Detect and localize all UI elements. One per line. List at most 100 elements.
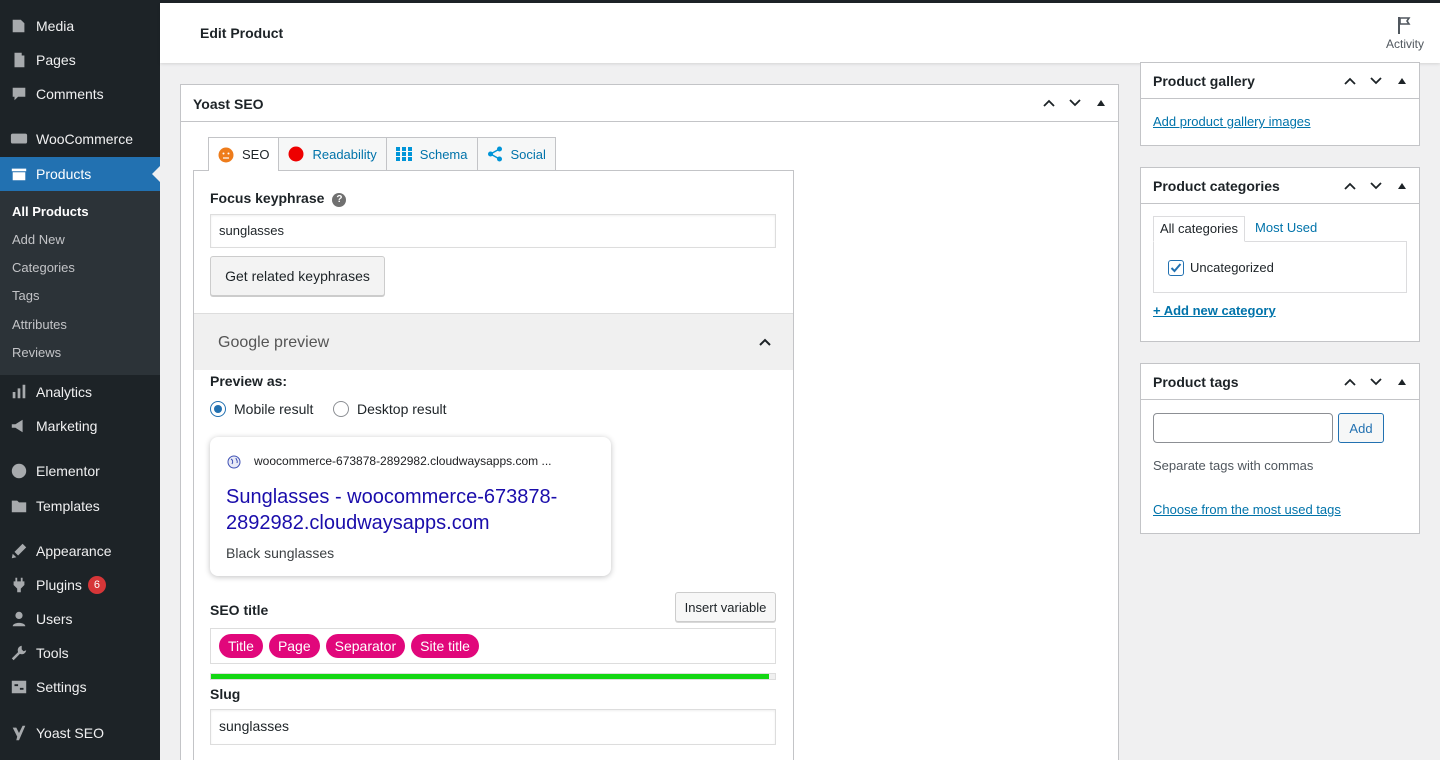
add-tag-button[interactable]: Add [1338,413,1384,443]
submenu-attributes[interactable]: Attributes [12,315,67,335]
metabox-handle-actions [1341,177,1411,195]
toggle-panel-button[interactable] [1393,177,1411,195]
get-related-keyphrases-button[interactable]: Get related keyphrases [210,256,385,296]
slug-input[interactable]: sunglasses [210,709,776,745]
preview-title[interactable]: Sunglasses - woocommerce-673878-2892982.… [226,484,586,536]
tab-most-used[interactable]: Most Used [1245,216,1323,242]
focus-keyphrase-input[interactable]: sunglasses [210,214,776,248]
sidebar-item-elementor[interactable]: Elementor [0,454,160,488]
move-up-button[interactable] [1341,373,1359,391]
sidebar-item-marketing[interactable]: Marketing [0,409,160,443]
product-gallery-title: Product gallery [1153,73,1255,89]
seo-title-editor[interactable]: Title Page Separator Site title [210,628,776,664]
tab-all-categories[interactable]: All categories [1153,216,1246,242]
chevron-up-icon [1344,77,1356,85]
mobile-result-option[interactable]: Mobile result [210,401,313,417]
sidebar-item-label: Media [36,18,75,34]
product-tags-box: Product tags Add Separate tags with comm… [1140,363,1420,534]
yoast-metabox-header: Yoast SEO [181,85,1118,122]
seo-title-length-progress [210,673,776,680]
tab-seo[interactable]: SEO [208,137,280,171]
desktop-result-radio[interactable] [333,401,349,417]
variable-pill-separator[interactable]: Separator [325,634,406,658]
mobile-result-radio[interactable] [210,401,226,417]
focus-keyphrase-text: Focus keyphrase [210,190,325,206]
sidebar-item-label: Marketing [36,418,98,434]
toggle-panel-button[interactable] [1393,72,1411,90]
move-down-button[interactable] [1367,177,1385,195]
tab-readability[interactable]: Readability [278,137,387,170]
sidebar-item-comments[interactable]: Comments [0,77,160,111]
submenu-reviews[interactable]: Reviews [12,343,61,363]
sidebar-item-users[interactable]: Users [0,602,160,636]
sidebar-item-media[interactable]: Media [0,9,160,43]
new-tag-input[interactable] [1153,413,1333,443]
sidebar-item-label: Users [36,611,73,627]
variable-pill-page[interactable]: Page [268,634,320,658]
globe-icon [227,455,241,469]
users-icon [10,610,28,628]
move-down-button[interactable] [1367,373,1385,391]
focus-keyphrase-label: Focus keyphrase? [210,190,347,207]
activity-button[interactable]: Activity [1382,15,1428,51]
tab-schema[interactable]: Schema [385,137,478,170]
readability-score-icon [288,146,304,162]
woocommerce-icon [10,130,28,148]
triangle-up-icon [1398,183,1406,189]
toggle-panel-button[interactable] [1393,373,1411,391]
uncategorized-checkbox[interactable] [1168,260,1184,276]
sidebar-item-label: WooCommerce [36,131,133,147]
preview-as-label: Preview as: [210,373,288,389]
sidebar-item-analytics[interactable]: Analytics [0,375,160,409]
sidebar-item-yoast-seo[interactable]: Yoast SEO [0,716,160,750]
tab-label: SEO [242,147,270,162]
submenu-add-new[interactable]: Add New [12,230,65,250]
sidebar-item-appearance[interactable]: Appearance [0,534,160,568]
sidebar-item-label: Comments [36,86,104,102]
submenu-all-products[interactable]: All Products [12,202,89,222]
sidebar-item-settings[interactable]: Settings [0,670,160,704]
sidebar-item-label: Settings [36,679,87,695]
yoast-seo-metabox: Yoast SEO SEO Readability Schema Social … [180,84,1119,760]
chevron-up-icon [759,338,771,346]
product-tags-title: Product tags [1153,374,1239,390]
product-tags-header: Product tags [1141,364,1419,400]
sidebar-item-pages[interactable]: Pages [0,43,160,77]
move-up-button[interactable] [1341,72,1359,90]
desktop-result-option[interactable]: Desktop result [333,401,446,417]
sidebar-item-tools[interactable]: Tools [0,636,160,670]
schema-grid-icon [395,146,412,162]
add-gallery-images-link[interactable]: Add product gallery images [1153,114,1311,129]
tags-hint: Separate tags with commas [1153,458,1314,473]
metabox-handle-actions [1341,373,1411,391]
tab-label: Social [510,146,546,162]
add-new-category-link[interactable]: + Add new category [1153,303,1276,318]
help-icon[interactable]: ? [332,193,347,207]
insert-variable-button[interactable]: Insert variable [675,592,776,622]
submenu-tags[interactable]: Tags [12,286,39,306]
google-preview-toggle[interactable]: Google preview [194,313,793,370]
variable-pill-title[interactable]: Title [219,634,263,658]
submenu-categories[interactable]: Categories [12,258,75,278]
page-header: Edit Product Activity [160,3,1440,63]
sidebar-item-label: Tools [36,645,69,661]
choose-most-used-tags-link[interactable]: Choose from the most used tags [1153,502,1341,517]
google-preview-title: Google preview [218,334,330,351]
metabox-handle-actions [1040,94,1110,112]
templates-icon [10,497,28,515]
move-down-button[interactable] [1367,72,1385,90]
sidebar-item-products[interactable]: Products [0,157,160,191]
variable-pill-site-title[interactable]: Site title [411,634,479,658]
move-up-button[interactable] [1341,177,1359,195]
product-categories-box: Product categories All categories Most U… [1140,167,1420,342]
tab-social[interactable]: Social [476,137,556,170]
sidebar-item-plugins[interactable]: Plugins 6 [0,568,160,602]
sidebar-item-woocommerce[interactable]: WooCommerce [0,122,160,156]
admin-sidebar: Media Pages Comments WooCommerce Product… [0,0,160,760]
move-up-button[interactable] [1040,94,1058,112]
progress-fill [211,674,770,679]
tab-label: Schema [419,146,468,162]
move-down-button[interactable] [1066,94,1084,112]
sidebar-item-templates[interactable]: Templates [0,489,160,523]
toggle-panel-button[interactable] [1092,94,1110,112]
